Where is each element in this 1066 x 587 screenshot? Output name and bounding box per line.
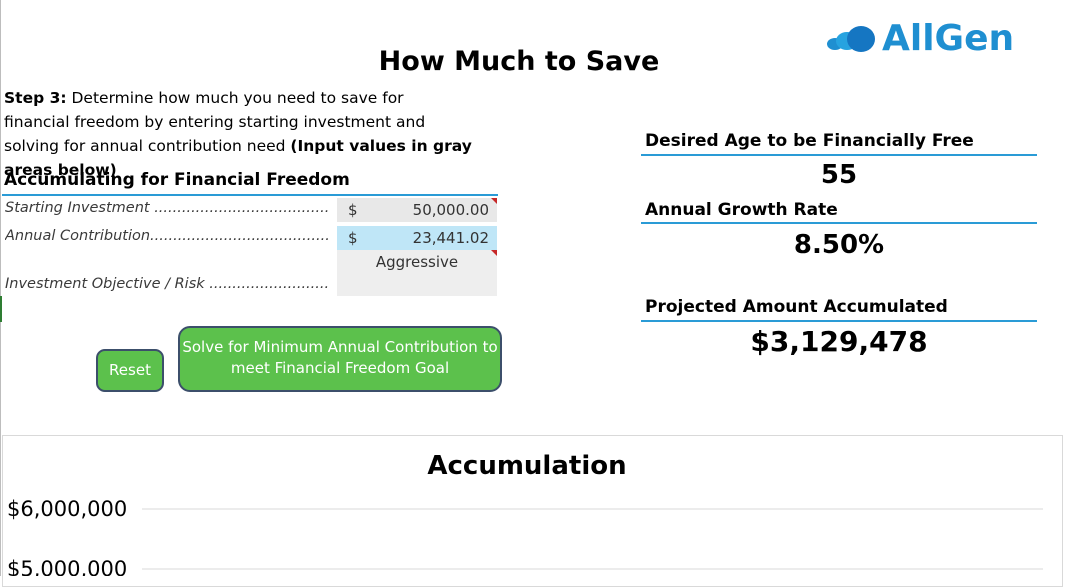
desired-age-value: 55 [820, 160, 858, 190]
page-title: How Much to Save [378, 46, 660, 77]
starting-investment-input[interactable]: $ 50,000.00 [337, 198, 497, 222]
step-label: Step 3: [4, 89, 67, 107]
selection-marker [0, 296, 2, 322]
starting-investment-value: 50,000.00 [412, 201, 489, 219]
y-tick-label: $5,000,000 [7, 557, 127, 576]
annual-contribution-value: 23,441.02 [412, 229, 489, 247]
chart-plot: $6,000,000 $5,000,000 [7, 497, 1043, 576]
investment-objective-label: Investment Objective / Risk ............… [5, 276, 330, 292]
section-divider [2, 194, 498, 196]
comment-indicator-icon [491, 198, 497, 204]
projected-amount-divider [641, 320, 1037, 322]
growth-rate-divider [641, 222, 1037, 224]
desired-age-label: Desired Age to be Financially Free [645, 131, 974, 151]
growth-rate-label: Annual Growth Rate [645, 200, 838, 220]
projected-amount-value: $3,129,478 [750, 325, 928, 358]
desired-age-divider [641, 154, 1037, 156]
chart-title: Accumulation [427, 451, 627, 481]
reset-button[interactable]: Reset [96, 349, 164, 392]
investment-objective-value: Aggressive [375, 253, 459, 271]
starting-investment-label: Starting Investment ....................… [5, 200, 330, 216]
step-instructions: Step 3: Determine how much you need to s… [4, 86, 474, 182]
annual-contribution-label: Annual Contribution.....................… [5, 228, 330, 244]
investment-objective-select[interactable]: Aggressive [337, 250, 497, 296]
y-tick-label: $6,000,000 [7, 497, 127, 521]
projected-amount-label: Projected Amount Accumulated [645, 297, 948, 317]
annual-contribution-input[interactable]: $ 23,441.02 [337, 226, 497, 250]
solve-contribution-button[interactable]: Solve for Minimum Annual Contribution to… [178, 326, 502, 392]
currency-symbol: $ [348, 201, 358, 219]
growth-rate-value: 8.50% [793, 230, 885, 260]
comment-indicator-icon [491, 250, 497, 256]
currency-symbol: $ [348, 229, 358, 247]
section-title: Accumulating for Financial Freedom [4, 170, 350, 190]
